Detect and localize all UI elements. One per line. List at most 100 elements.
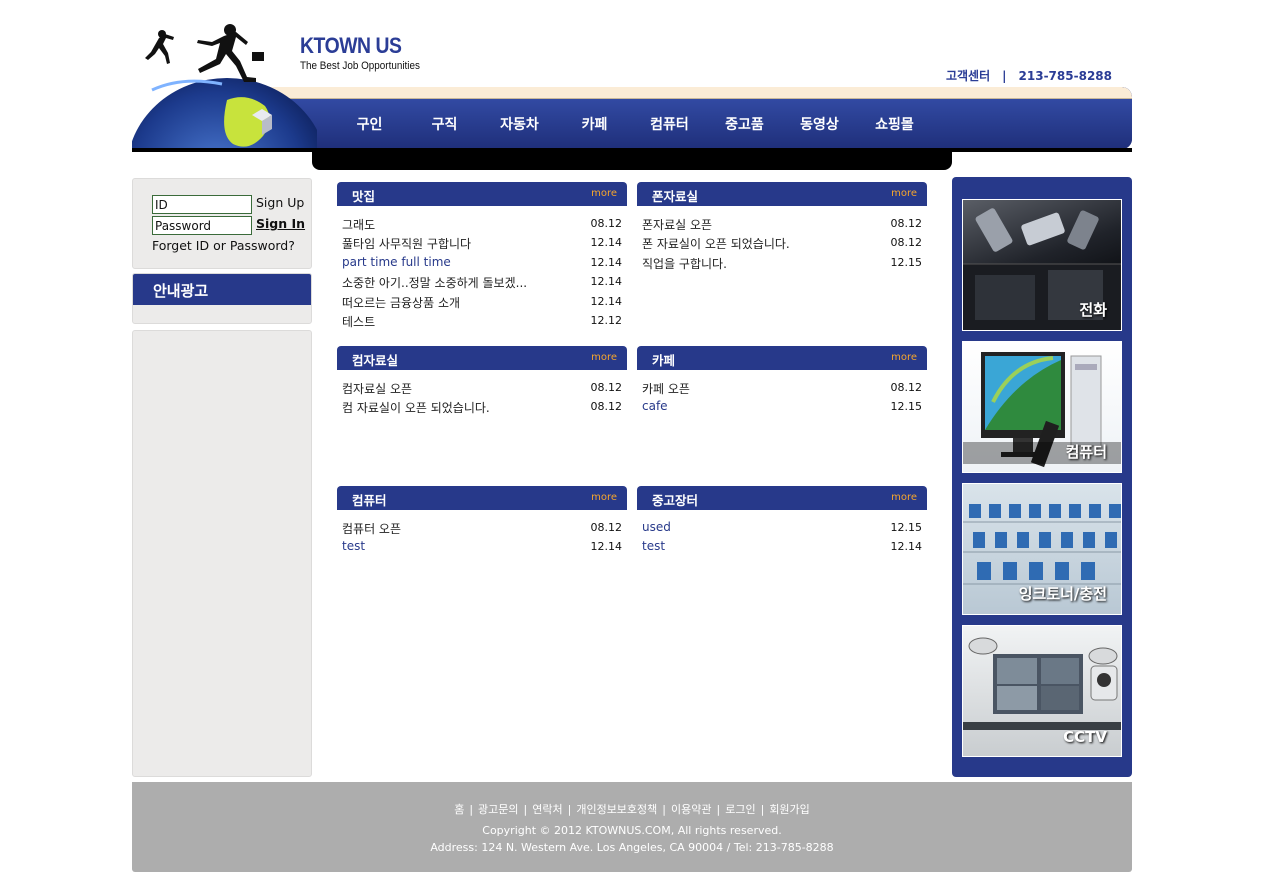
list-item[interactable]: 폰자료실 오픈 08.12	[637, 214, 927, 233]
board-header[interactable]: 중고장터 more	[637, 486, 927, 510]
more-link[interactable]: more	[891, 492, 917, 503]
list-item-title[interactable]: 테스트	[342, 313, 375, 330]
board-restaurants: 맛집 more 그래도 08.12 풀타임 사무직원 구합니다 12.14 part t…	[337, 182, 627, 330]
list-item-date: 12.12	[590, 313, 623, 327]
list-item-date: 08.12	[590, 217, 623, 230]
site-footer: 홈 | 광고문의 | 연락처 | 개인정보보호정책 | 이용약관 | 로그인 | 회원가입 Copyri…	[132, 782, 1132, 872]
nav-item-computer[interactable]: 컴퓨터	[632, 114, 707, 134]
footer-link-terms[interactable]: 이용약관	[671, 803, 711, 816]
list-item[interactable]: 테스트 12.12	[337, 311, 627, 330]
globe-runners-logo-icon[interactable]	[132, 20, 317, 150]
board-computer-files: 컴자료실 more 컴자료실 오픈 08.12 컴 자료실이 오픈 되었습니다. 08…	[337, 346, 627, 417]
list-item-title[interactable]: 소중한 아기..정말 소중하게 돌보겠...	[342, 274, 527, 291]
footer-link-contact[interactable]: 연락처	[532, 803, 562, 816]
promo-computer[interactable]: 컴퓨터	[962, 341, 1122, 473]
nav-item-videos[interactable]: 동영상	[782, 114, 857, 134]
customer-center: 고객센터 | 213-785-8288	[946, 67, 1112, 84]
site-header: KTOWN US The Best Job Opportunities 고객센터…	[132, 0, 1132, 170]
list-item-title[interactable]: 풀타임 사무직원 구합니다	[342, 235, 471, 252]
footer-link-privacy[interactable]: 개인정보보호정책	[576, 803, 657, 816]
list-item-title[interactable]: 컴자료실 오픈	[342, 380, 412, 397]
footer-link-ad-inquiry[interactable]: 광고문의	[478, 803, 518, 816]
list-item-title[interactable]: 직업을 구합니다.	[642, 255, 727, 272]
list-item[interactable]: test 12.14	[337, 537, 627, 556]
list-item[interactable]: 소중한 아기..정말 소중하게 돌보겠... 12.14	[337, 272, 627, 291]
list-item[interactable]: 직업을 구합니다. 12.15	[637, 253, 927, 272]
promo-cctv[interactable]: CCTV	[962, 625, 1122, 757]
list-item-title[interactable]: 폰 자료실이 오픈 되었습니다.	[642, 235, 790, 252]
board-title: 컴퓨터	[352, 493, 387, 508]
list-item-title[interactable]: 카페 오픈	[642, 380, 690, 397]
board-phone-files: 폰자료실 more 폰자료실 오픈 08.12 폰 자료실이 오픈 되었습니다. 08…	[637, 182, 927, 272]
list-item-title[interactable]: test	[642, 539, 665, 553]
footer-separator: |	[469, 803, 474, 816]
nav-item-cafe[interactable]: 카페	[557, 114, 632, 134]
board-header[interactable]: 맛집 more	[337, 182, 627, 206]
list-item[interactable]: used 12.15	[637, 518, 927, 537]
nav-item-job-offers[interactable]: 구인	[332, 114, 407, 134]
address: Address: 124 N. Western Ave. Los Angeles…	[430, 841, 834, 854]
promo-label: 컴퓨터	[1065, 443, 1107, 461]
list-item[interactable]: 카페 오픈 08.12	[637, 378, 927, 397]
footer-link-home[interactable]: 홈	[454, 803, 464, 816]
list-item-title[interactable]: cafe	[642, 399, 668, 413]
list-item[interactable]: 컴퓨터 오픈 08.12	[337, 518, 627, 537]
board-header[interactable]: 컴자료실 more	[337, 346, 627, 370]
list-item-title[interactable]: 떠오르는 금융상품 소개	[342, 294, 460, 311]
sign-up-link[interactable]: Sign Up	[256, 195, 304, 210]
list-item-title[interactable]: 컴 자료실이 오픈 되었습니다.	[342, 399, 490, 416]
list-item-title[interactable]: 폰자료실 오픈	[642, 216, 712, 233]
board-header[interactable]: 컴퓨터 more	[337, 486, 627, 510]
footer-separator: |	[567, 803, 572, 816]
list-item-title[interactable]: 컴퓨터 오픈	[342, 520, 401, 537]
nav-item-used-goods[interactable]: 중고품	[707, 114, 782, 134]
board-header[interactable]: 카페 more	[637, 346, 927, 370]
promo-label: CCTV	[1063, 728, 1107, 746]
forgot-password-link[interactable]: Forget ID or Password?	[152, 238, 295, 253]
nav-item-shopping-mall[interactable]: 쇼핑몰	[857, 114, 932, 134]
footer-link-register[interactable]: 회원가입	[769, 803, 809, 816]
customer-center-label: 고객센터	[945, 69, 991, 83]
more-link[interactable]: more	[591, 352, 617, 363]
list-item[interactable]: 폰 자료실이 오픈 되었습니다. 08.12	[637, 233, 927, 252]
board-title: 중고장터	[652, 493, 699, 508]
list-item-date: 12.15	[890, 255, 923, 269]
promo-phone[interactable]: 전화	[962, 199, 1122, 331]
board-title: 폰자료실	[652, 189, 699, 204]
list-item[interactable]: 풀타임 사무직원 구합니다 12.14	[337, 233, 627, 252]
ad-info-title[interactable]: 안내광고	[133, 274, 311, 305]
more-link[interactable]: more	[591, 492, 617, 503]
board-used-market: 중고장터 more used 12.15 test 12.14	[637, 486, 927, 557]
list-item-date: 12.14	[590, 236, 623, 250]
board-title: 카페	[652, 353, 676, 368]
list-item[interactable]: part time full time 12.14	[337, 253, 627, 272]
list-item-date: 12.15	[890, 521, 923, 534]
promo-sidebar: 전화 컴퓨터 잉크토너/충전 CCTV	[952, 177, 1132, 777]
board-header[interactable]: 폰자료실 more	[637, 182, 927, 206]
list-item-date: 08.12	[590, 400, 623, 414]
password-input[interactable]	[152, 216, 252, 235]
nav-item-cars[interactable]: 자동차	[482, 114, 557, 134]
more-link[interactable]: more	[891, 352, 917, 363]
more-link[interactable]: more	[591, 188, 617, 199]
footer-separator: |	[523, 803, 528, 816]
more-link[interactable]: more	[891, 188, 917, 199]
list-item[interactable]: 떠오르는 금융상품 소개 12.14	[337, 292, 627, 311]
id-input[interactable]	[152, 195, 252, 214]
list-item-title[interactable]: test	[342, 539, 365, 553]
list-item-title[interactable]: part time full time	[342, 255, 451, 269]
board-list: 그래도 08.12 풀타임 사무직원 구합니다 12.14 part time full…	[337, 214, 627, 330]
sign-in-button[interactable]: Sign In	[256, 216, 305, 231]
brand[interactable]: KTOWN US The Best Job Opportunities	[300, 33, 433, 72]
list-item[interactable]: 그래도 08.12	[337, 214, 627, 233]
list-item-title[interactable]: used	[642, 520, 671, 534]
list-item[interactable]: cafe 12.15	[637, 397, 927, 416]
nav-item-job-seekers[interactable]: 구직	[407, 114, 482, 134]
header-black-tab	[312, 149, 952, 170]
list-item[interactable]: 컴 자료실이 오픈 되었습니다. 08.12	[337, 397, 627, 416]
list-item[interactable]: 컴자료실 오픈 08.12	[337, 378, 627, 397]
promo-ink-toner[interactable]: 잉크토너/충전	[962, 483, 1122, 615]
list-item[interactable]: test 12.14	[637, 537, 927, 556]
footer-link-login[interactable]: 로그인	[725, 803, 755, 816]
list-item-title[interactable]: 그래도	[342, 216, 375, 233]
